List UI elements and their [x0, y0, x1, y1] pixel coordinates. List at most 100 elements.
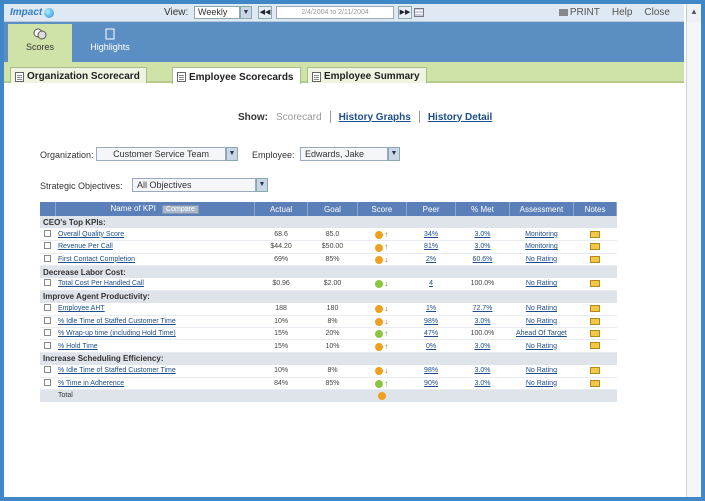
- envelope-icon[interactable]: [590, 243, 601, 251]
- scroll-up-button[interactable]: ▲: [686, 4, 701, 22]
- employee-select[interactable]: Edwards, Jake: [300, 147, 388, 161]
- chevron-down-icon[interactable]: ▼: [388, 147, 400, 161]
- peer-link[interactable]: 98%: [406, 315, 456, 329]
- help-link[interactable]: Help: [612, 7, 633, 18]
- history-detail-link[interactable]: History Detail: [428, 112, 492, 123]
- chevron-down-icon[interactable]: ▼: [226, 147, 238, 161]
- module-tab-highlights[interactable]: Highlights: [78, 24, 142, 62]
- envelope-icon[interactable]: [590, 305, 601, 312]
- chevron-down-icon[interactable]: ▼: [256, 178, 268, 192]
- tab-organization-scorecard[interactable]: Organization Scorecard: [10, 67, 147, 83]
- percent-met-cell[interactable]: 3.0%: [455, 315, 510, 329]
- row-checkbox[interactable]: [44, 229, 51, 237]
- envelope-icon[interactable]: [590, 366, 601, 374]
- assessment-link[interactable]: No Rating: [509, 339, 574, 353]
- row-checkbox[interactable]: [44, 329, 51, 337]
- envelope-icon[interactable]: [590, 342, 601, 350]
- percent-met-cell[interactable]: 3.0%: [455, 364, 510, 378]
- objectives-select[interactable]: All Objectives: [132, 178, 256, 192]
- total-score-cell: [357, 389, 407, 402]
- kpi-name-link[interactable]: % Time in Adherence: [55, 377, 255, 390]
- kpi-name-link[interactable]: % Idle Time of Staffed Customer Time: [55, 364, 255, 378]
- goal-cell: 180: [307, 302, 358, 316]
- score-cell: ↓: [357, 315, 407, 329]
- assessment-link[interactable]: Monitoring: [509, 228, 574, 242]
- logo-globe-icon: [44, 7, 55, 18]
- peer-link[interactable]: 2%: [406, 253, 456, 267]
- peer-link[interactable]: 47%: [406, 327, 456, 341]
- close-link[interactable]: Close: [644, 7, 670, 18]
- envelope-icon[interactable]: [590, 255, 601, 263]
- compare-button[interactable]: Compare: [162, 205, 199, 214]
- envelope-icon[interactable]: [590, 280, 601, 288]
- row-checkbox[interactable]: [44, 341, 51, 349]
- assessment-link[interactable]: Monitoring: [509, 240, 574, 254]
- assessment-link[interactable]: No Rating: [509, 277, 574, 291]
- assessment-link[interactable]: Ahead Of Target: [509, 327, 574, 341]
- peer-link[interactable]: 81%: [406, 240, 456, 254]
- assessment-link[interactable]: No Rating: [509, 377, 574, 390]
- percent-met-cell[interactable]: 3.0%: [455, 377, 510, 390]
- kpi-name-link[interactable]: % Hold Time: [55, 339, 255, 353]
- row-checkbox[interactable]: [44, 304, 51, 312]
- row-checkbox[interactable]: [44, 378, 51, 386]
- score-face-icon: [375, 230, 384, 239]
- percent-met-cell: 100.0%: [455, 327, 510, 341]
- organization-select[interactable]: Customer Service Team: [96, 147, 226, 161]
- percent-met-cell[interactable]: 3.0%: [455, 228, 510, 242]
- kpi-name-link[interactable]: Total Cost Per Handled Call: [55, 277, 255, 291]
- chevron-down-icon[interactable]: ▼: [240, 6, 252, 19]
- print-link[interactable]: PRINT: [558, 7, 600, 18]
- kpi-name-link[interactable]: First Contact Completion: [55, 253, 255, 267]
- row-checkbox[interactable]: [44, 254, 51, 262]
- kpi-name-link[interactable]: Overall Quality Score: [55, 228, 255, 242]
- date-range-field[interactable]: 2/4/2004 to 2/11/2004: [276, 6, 394, 19]
- assessment-link[interactable]: No Rating: [509, 364, 574, 378]
- actual-cell: 15%: [254, 327, 308, 341]
- percent-met-cell[interactable]: 60.6%: [455, 253, 510, 267]
- module-tab-label: Scores: [25, 42, 54, 52]
- goal-cell: 85%: [307, 377, 358, 390]
- module-tab-scores[interactable]: Scores: [8, 24, 72, 62]
- kpi-name-link[interactable]: Employee AHT: [55, 302, 255, 316]
- column-header-actual: Actual: [254, 202, 309, 216]
- peer-link[interactable]: 4: [406, 277, 456, 291]
- peer-link[interactable]: 98%: [406, 364, 456, 378]
- score-face-icon: [375, 243, 384, 252]
- history-graphs-link[interactable]: History Graphs: [339, 112, 411, 123]
- envelope-icon[interactable]: [590, 230, 601, 238]
- calendar-icon[interactable]: [414, 8, 424, 17]
- scorecard-icon: [177, 72, 186, 82]
- group-title: Improve Agent Productivity:: [40, 290, 617, 303]
- peer-link[interactable]: 34%: [406, 228, 456, 242]
- view-select[interactable]: Weekly: [194, 6, 240, 19]
- row-checkbox[interactable]: [44, 366, 51, 374]
- row-checkbox[interactable]: [44, 316, 51, 324]
- kpi-name-link[interactable]: % Idle Time of Staffed Customer Time: [55, 315, 255, 329]
- kpi-name-link[interactable]: Revenue Per Call: [55, 240, 255, 254]
- notes-cell: [573, 315, 617, 329]
- group-header-row: Increase Scheduling Efficiency:: [40, 352, 617, 365]
- row-checkbox[interactable]: [44, 279, 51, 287]
- percent-met-cell[interactable]: 3.0%: [455, 339, 510, 353]
- total-assessment-cell: [509, 389, 574, 402]
- tab-employee-scorecards[interactable]: Employee Scorecards: [172, 67, 301, 84]
- assessment-link[interactable]: No Rating: [509, 302, 574, 316]
- envelope-icon[interactable]: [590, 330, 601, 338]
- group-header-row: CEO's Top KPIs:: [40, 216, 617, 229]
- percent-met-cell[interactable]: 3.0%: [455, 240, 510, 254]
- envelope-icon[interactable]: [590, 317, 601, 325]
- percent-met-cell[interactable]: 72.7%: [455, 302, 510, 316]
- next-period-button[interactable]: ▶▶: [398, 6, 412, 19]
- assessment-link[interactable]: No Rating: [509, 253, 574, 267]
- vertical-scrollbar[interactable]: [686, 22, 701, 497]
- peer-link[interactable]: 1%: [406, 302, 456, 316]
- envelope-icon[interactable]: [590, 379, 601, 387]
- assessment-link[interactable]: No Rating: [509, 315, 574, 329]
- row-checkbox[interactable]: [44, 242, 51, 250]
- tab-employee-summary[interactable]: Employee Summary: [307, 67, 427, 83]
- kpi-name-link[interactable]: % Wrap-up time (including Hold Time): [55, 327, 255, 341]
- peer-link[interactable]: 90%: [406, 377, 456, 390]
- previous-period-button[interactable]: ◀◀: [258, 6, 272, 19]
- peer-link[interactable]: 0%: [406, 339, 456, 353]
